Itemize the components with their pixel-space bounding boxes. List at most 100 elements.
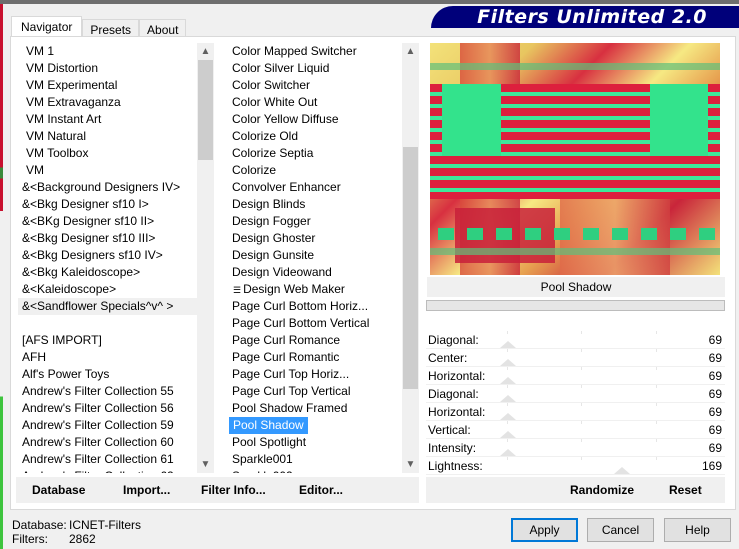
filter-item[interactable]: ☰ Design Web Maker	[223, 281, 402, 298]
category-scrollbar[interactable]: ▲ ▼	[197, 43, 214, 473]
cancel-button[interactable]: Cancel	[587, 518, 654, 542]
slider-thumb[interactable]	[614, 467, 631, 474]
category-item[interactable]: VM Toolbox	[18, 145, 197, 162]
parameter-slider[interactable]: Lightness: 169	[426, 457, 725, 475]
parameter-slider[interactable]: Center: 69	[426, 349, 725, 367]
filter-item[interactable]: Color White Out	[223, 94, 402, 111]
filter-item[interactable]: Page Curl Romance	[223, 332, 402, 349]
category-item[interactable]: &<Bkg Designer sf10 I>	[18, 196, 197, 213]
navigator-button-bar: Database Import... Filter Info... Editor…	[16, 477, 419, 503]
parameter-value: 69	[708, 405, 722, 419]
chevron-up-icon[interactable]: ▲	[402, 43, 419, 60]
filter-info-button[interactable]: Filter Info...	[201, 483, 266, 497]
filter-item[interactable]: Colorize	[223, 162, 402, 179]
filter-item-label: Color White Out	[232, 95, 318, 109]
slider-thumb[interactable]	[500, 377, 517, 384]
filter-item[interactable]: Design Blinds	[223, 196, 402, 213]
filter-item[interactable]: Colorize Septia	[223, 145, 402, 162]
scrollbar-thumb[interactable]	[198, 60, 213, 160]
filter-item[interactable]: Convolver Enhancer	[223, 179, 402, 196]
parameter-slider[interactable]: Diagonal: 69	[426, 331, 725, 349]
randomize-button[interactable]: Randomize	[570, 483, 634, 497]
filter-item[interactable]: Design Fogger	[223, 213, 402, 230]
parameter-slider[interactable]: Horizontal: 69	[426, 403, 725, 421]
editor-button[interactable]: Editor...	[299, 483, 343, 497]
filter-item-label: Page Curl Top Vertical	[232, 384, 351, 398]
database-label: Database:	[12, 518, 67, 532]
category-item[interactable]: Andrew's Filter Collection 60	[18, 434, 197, 451]
filter-item[interactable]: Page Curl Top Vertical	[223, 383, 402, 400]
category-item[interactable]: &<Kaleidoscope>	[18, 281, 197, 298]
filter-item[interactable]: Sparkle002	[223, 468, 402, 473]
category-item[interactable]: Andrew's Filter Collection 61	[18, 451, 197, 468]
status-area: Database: ICNET-Filters Filters: 2862	[12, 518, 141, 546]
category-item[interactable]	[18, 315, 197, 332]
category-item[interactable]: Andrew's Filter Collection 62	[18, 468, 197, 473]
category-item[interactable]: Alf's Power Toys	[18, 366, 197, 383]
parameter-value: 69	[708, 387, 722, 401]
filter-item-label: Color Silver Liquid	[232, 61, 330, 75]
parameter-label: Horizontal:	[428, 405, 486, 419]
category-item[interactable]: &<Bkg Designers sf10 IV>	[18, 247, 197, 264]
filter-item[interactable]: Pool Spotlight	[223, 434, 402, 451]
filter-list[interactable]: Color Mapped Switcher Color Silver Liquid…	[223, 43, 402, 473]
chevron-down-icon[interactable]: ▼	[197, 456, 214, 473]
filter-item[interactable]: Pool Shadow Framed	[223, 400, 402, 417]
filter-item[interactable]: Colorize Old	[223, 128, 402, 145]
category-item[interactable]: Andrew's Filter Collection 56	[18, 400, 197, 417]
parameter-slider[interactable]: Diagonal: 69	[426, 385, 725, 403]
filters-count-value: 2862	[69, 532, 96, 546]
category-item[interactable]: &<Sandflower Specials^v^ >	[18, 298, 197, 315]
category-item[interactable]: &<Bkg Kaleidoscope>	[18, 264, 197, 281]
database-button[interactable]: Database	[32, 483, 85, 497]
filter-scrollbar[interactable]: ▲ ▼	[402, 43, 419, 473]
chevron-down-icon[interactable]: ▼	[402, 456, 419, 473]
parameter-slider[interactable]: Vertical: 69	[426, 421, 725, 439]
filter-item[interactable]: Sparkle001	[223, 451, 402, 468]
slider-thumb[interactable]	[500, 359, 517, 366]
scrollbar-thumb[interactable]	[403, 147, 418, 389]
category-item[interactable]: VM	[18, 162, 197, 179]
category-item[interactable]: VM Natural	[18, 128, 197, 145]
category-item[interactable]: VM 1	[18, 43, 197, 60]
category-item[interactable]: [AFS IMPORT]	[18, 332, 197, 349]
filter-item[interactable]: Design Ghoster	[223, 230, 402, 247]
filter-item-label: Page Curl Bottom Horiz...	[232, 299, 369, 313]
filter-item[interactable]: Page Curl Romantic	[223, 349, 402, 366]
filter-item[interactable]: Color Mapped Switcher	[223, 43, 402, 60]
parameter-slider[interactable]: Intensity: 69	[426, 439, 725, 457]
slider-thumb[interactable]	[500, 431, 517, 438]
filter-item[interactable]: Color Switcher	[223, 77, 402, 94]
category-item[interactable]: VM Instant Art	[18, 111, 197, 128]
category-item[interactable]: &<BKg Designer sf10 II>	[18, 213, 197, 230]
filter-item[interactable]: Page Curl Bottom Horiz...	[223, 298, 402, 315]
slider-thumb[interactable]	[500, 449, 517, 456]
slider-thumb[interactable]	[500, 413, 517, 420]
category-item[interactable]: &<Bkg Designer sf10 III>	[18, 230, 197, 247]
filter-item[interactable]: Page Curl Top Horiz...	[223, 366, 402, 383]
category-item[interactable]: Andrew's Filter Collection 55	[18, 383, 197, 400]
category-item[interactable]: AFH	[18, 349, 197, 366]
parameter-slider[interactable]: Horizontal: 69	[426, 367, 725, 385]
category-item[interactable]: &<Background Designers IV>	[18, 179, 197, 196]
filter-item[interactable]: Color Yellow Diffuse	[223, 111, 402, 128]
import-button[interactable]: Import...	[123, 483, 170, 497]
filter-item[interactable]: Pool Shadow	[223, 417, 402, 434]
filter-item[interactable]: Design Gunsite	[223, 247, 402, 264]
app-logo: Filters Unlimited 2.0	[431, 6, 739, 28]
slider-thumb[interactable]	[500, 395, 517, 402]
filter-item[interactable]: Design Videowand	[223, 264, 402, 281]
filter-item[interactable]: Page Curl Bottom Vertical	[223, 315, 402, 332]
apply-button[interactable]: Apply	[511, 518, 578, 542]
slider-thumb[interactable]	[500, 341, 517, 348]
reset-button[interactable]: Reset	[669, 483, 702, 497]
help-button[interactable]: Help	[664, 518, 731, 542]
category-item[interactable]: VM Experimental	[18, 77, 197, 94]
category-list[interactable]: VM 1 VM Distortion VM Experimental VM Extra…	[18, 43, 197, 473]
category-item[interactable]: VM Distortion	[18, 60, 197, 77]
filter-preview-image	[430, 43, 720, 275]
chevron-up-icon[interactable]: ▲	[197, 43, 214, 60]
filter-item[interactable]: Color Silver Liquid	[223, 60, 402, 77]
category-item[interactable]: VM Extravaganza	[18, 94, 197, 111]
category-item[interactable]: Andrew's Filter Collection 59	[18, 417, 197, 434]
